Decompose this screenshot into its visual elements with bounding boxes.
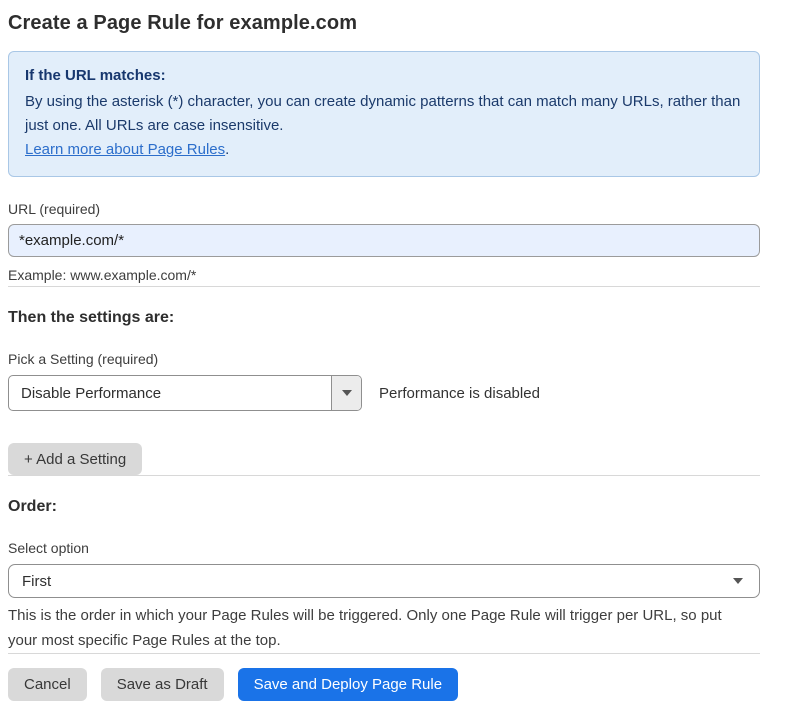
order-select-label: Select option (8, 540, 760, 556)
save-and-deploy-button[interactable]: Save and Deploy Page Rule (238, 668, 458, 701)
info-box-body-text: By using the asterisk (*) character, you… (25, 93, 740, 134)
learn-more-link[interactable]: Learn more about Page Rules (25, 141, 225, 158)
url-field-label: URL (required) (8, 201, 760, 217)
create-page-rule-page: Create a Page Rule for example.com If th… (0, 0, 790, 714)
order-help-text: This is the order in which your Page Rul… (8, 603, 753, 653)
pick-setting-label: Pick a Setting (required) (8, 351, 760, 367)
settings-section-heading: Then the settings are: (8, 309, 760, 327)
divider (8, 475, 760, 476)
page-title: Create a Page Rule for example.com (8, 12, 760, 35)
order-dropdown[interactable]: First (8, 564, 760, 598)
setting-dropdown-arrow-box[interactable] (331, 376, 361, 410)
add-setting-button[interactable]: + Add a Setting (8, 443, 142, 475)
divider (8, 286, 760, 287)
divider (8, 653, 760, 654)
setting-dropdown[interactable]: Disable Performance (8, 375, 362, 411)
setting-dropdown-value: Disable Performance (9, 376, 331, 410)
info-box-heading: If the URL matches: (25, 64, 743, 88)
order-section-heading: Order: (8, 498, 760, 516)
setting-row: Disable Performance Performance is disab… (8, 375, 760, 411)
cancel-button[interactable]: Cancel (8, 668, 87, 701)
order-dropdown-value: First (22, 573, 51, 590)
save-as-draft-button[interactable]: Save as Draft (101, 668, 224, 701)
link-suffix: . (225, 141, 229, 158)
chevron-down-icon (733, 578, 743, 584)
footer-actions: Cancel Save as Draft Save and Deploy Pag… (8, 668, 760, 701)
url-matches-info-box: If the URL matches: By using the asteris… (8, 51, 760, 177)
url-example-text: Example: www.example.com/* (8, 264, 760, 286)
info-box-body: By using the asterisk (*) character, you… (25, 90, 743, 162)
url-input[interactable] (8, 224, 760, 257)
chevron-down-icon (342, 390, 352, 396)
setting-status-text: Performance is disabled (379, 385, 540, 402)
